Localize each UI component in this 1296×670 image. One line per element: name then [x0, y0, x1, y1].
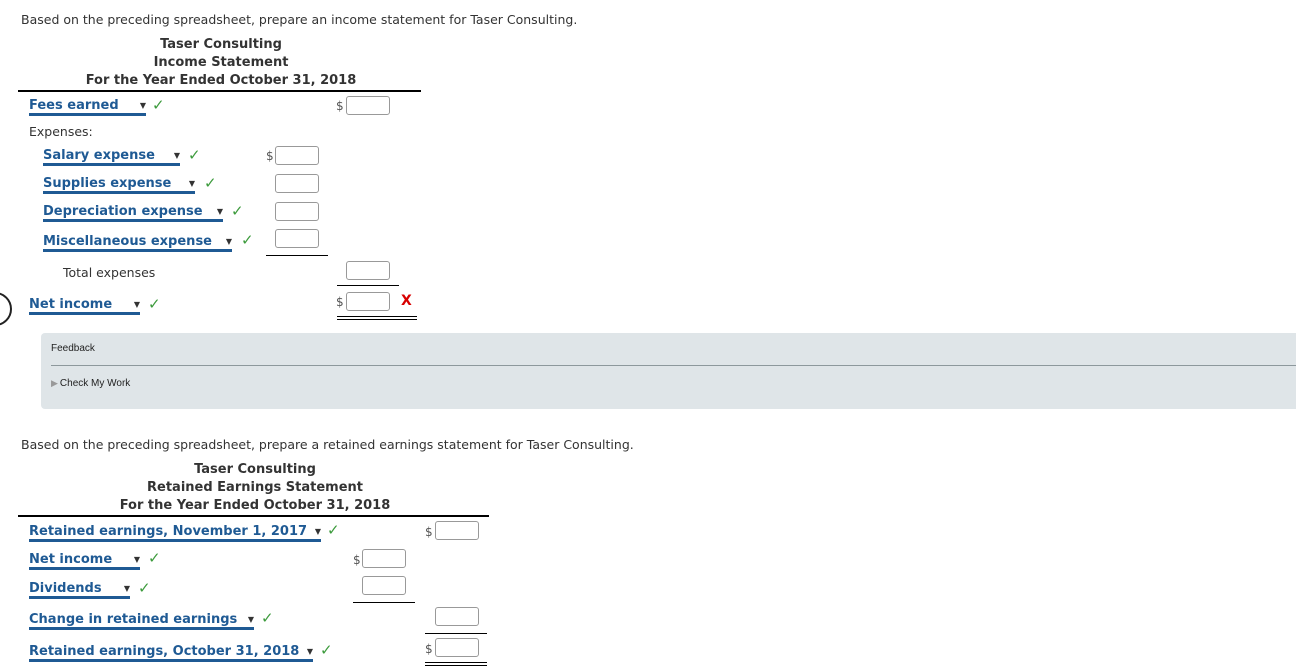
re-net-income-select[interactable]: Net income ▼ — [29, 551, 140, 570]
re-double-rule-bottom — [425, 665, 487, 666]
re-company-name: Taser Consulting — [194, 462, 316, 477]
select-label: Depreciation expense — [43, 203, 203, 219]
check-icon: ✓ — [138, 579, 151, 597]
re-total-rule — [425, 633, 487, 634]
radio-marker — [0, 292, 12, 326]
dollar-sign: $ — [353, 553, 361, 567]
chevron-down-icon: ▼ — [188, 178, 195, 188]
feedback-title: Feedback — [51, 343, 95, 354]
chevron-down-icon: ▼ — [133, 554, 140, 564]
re-net-income-input[interactable] — [362, 549, 406, 568]
select-label: Salary expense — [43, 147, 155, 163]
incorrect-x-icon: X — [401, 293, 412, 309]
chevron-down-icon: ▼ — [247, 614, 254, 624]
check-icon: ✓ — [148, 549, 161, 567]
total-rule — [337, 285, 399, 286]
retained-earnings-beginning-input[interactable] — [435, 521, 479, 540]
depreciation-expense-input[interactable] — [275, 202, 319, 221]
select-label: Net income — [29, 551, 113, 567]
chevron-down-icon: ▼ — [225, 236, 232, 246]
company-name: Taser Consulting — [160, 37, 282, 52]
check-icon: ✓ — [261, 609, 274, 627]
retained-earnings-ending-input[interactable] — [435, 638, 479, 657]
check-icon: ✓ — [152, 96, 165, 114]
re-double-rule-top — [425, 662, 487, 663]
dollar-sign: $ — [425, 525, 433, 539]
check-icon: ✓ — [231, 202, 244, 220]
expenses-label: Expenses: — [29, 124, 93, 139]
chevron-down-icon: ▼ — [123, 583, 130, 593]
check-icon: ✓ — [148, 295, 161, 313]
total-expenses-label: Total expenses — [63, 265, 156, 280]
dollar-sign: $ — [336, 99, 344, 113]
subtotal-rule — [266, 255, 328, 256]
fees-earned-input[interactable] — [346, 96, 390, 115]
dividends-select[interactable]: Dividends ▼ — [29, 580, 130, 599]
select-label: Miscellaneous expense — [43, 233, 212, 249]
dollar-sign: $ — [425, 642, 433, 656]
chevron-down-icon: ▼ — [173, 150, 180, 160]
dollar-sign: $ — [336, 295, 344, 309]
miscellaneous-expense-input[interactable] — [275, 229, 319, 248]
miscellaneous-expense-select[interactable]: Miscellaneous expense ▼ — [43, 233, 232, 252]
chevron-down-icon: ▼ — [314, 526, 321, 536]
retained-earnings-ending-select[interactable]: Retained earnings, October 31, 2018 ▼ — [29, 643, 313, 662]
retained-earnings-prompt: Based on the preceding spreadsheet, prep… — [21, 437, 634, 452]
check-icon: ✓ — [204, 174, 217, 192]
select-label: Fees earned — [29, 97, 119, 113]
check-icon: ✓ — [320, 641, 333, 659]
supplies-expense-select[interactable]: Supplies expense ▼ — [43, 175, 195, 194]
re-subtotal-rule — [353, 602, 415, 603]
select-label: Retained earnings, November 1, 2017 — [29, 523, 308, 539]
select-label: Dividends — [29, 580, 102, 596]
chevron-down-icon: ▼ — [306, 646, 313, 656]
net-income-input[interactable] — [346, 292, 390, 311]
check-my-work-toggle[interactable]: ▶ Check My Work — [51, 378, 130, 389]
check-icon: ✓ — [327, 521, 340, 539]
chevron-down-icon: ▼ — [133, 299, 140, 309]
income-statement-prompt: Based on the preceding spreadsheet, prep… — [21, 12, 578, 27]
header-rule — [18, 90, 421, 92]
select-label: Change in retained earnings — [29, 611, 238, 627]
fees-earned-select[interactable]: Fees earned ▼ — [29, 97, 146, 116]
chevron-down-icon: ▼ — [216, 206, 223, 216]
chevron-down-icon: ▼ — [139, 100, 146, 110]
double-rule-bottom — [337, 319, 417, 320]
supplies-expense-input[interactable] — [275, 174, 319, 193]
re-statement-period: For the Year Ended October 31, 2018 — [119, 498, 391, 513]
select-label: Net income — [29, 296, 113, 312]
re-header-rule — [18, 515, 489, 517]
retained-earnings-beginning-select[interactable]: Retained earnings, November 1, 2017 ▼ — [29, 523, 321, 542]
statement-title: Income Statement — [153, 55, 289, 70]
select-label: Retained earnings, October 31, 2018 — [29, 643, 300, 659]
dividends-input[interactable] — [362, 576, 406, 595]
net-income-select[interactable]: Net income ▼ — [29, 296, 140, 315]
depreciation-expense-select[interactable]: Depreciation expense ▼ — [43, 203, 223, 222]
check-icon: ✓ — [241, 231, 254, 249]
check-my-work-label: Check My Work — [59, 378, 131, 389]
play-triangle-icon: ▶ — [51, 378, 58, 388]
feedback-divider — [51, 365, 1296, 366]
dollar-sign: $ — [266, 149, 274, 163]
change-in-retained-earnings-input[interactable] — [435, 607, 479, 626]
salary-expense-input[interactable] — [275, 146, 319, 165]
total-expenses-input[interactable] — [346, 261, 390, 280]
re-statement-title: Retained Earnings Statement — [147, 480, 363, 495]
salary-expense-select[interactable]: Salary expense ▼ — [43, 147, 180, 166]
feedback-panel: Feedback ▶ Check My Work — [41, 333, 1296, 409]
select-label: Supplies expense — [43, 175, 172, 191]
change-in-retained-earnings-select[interactable]: Change in retained earnings ▼ — [29, 611, 254, 630]
statement-period: For the Year Ended October 31, 2018 — [85, 73, 357, 88]
check-icon: ✓ — [188, 146, 201, 164]
double-rule-top — [337, 316, 417, 317]
